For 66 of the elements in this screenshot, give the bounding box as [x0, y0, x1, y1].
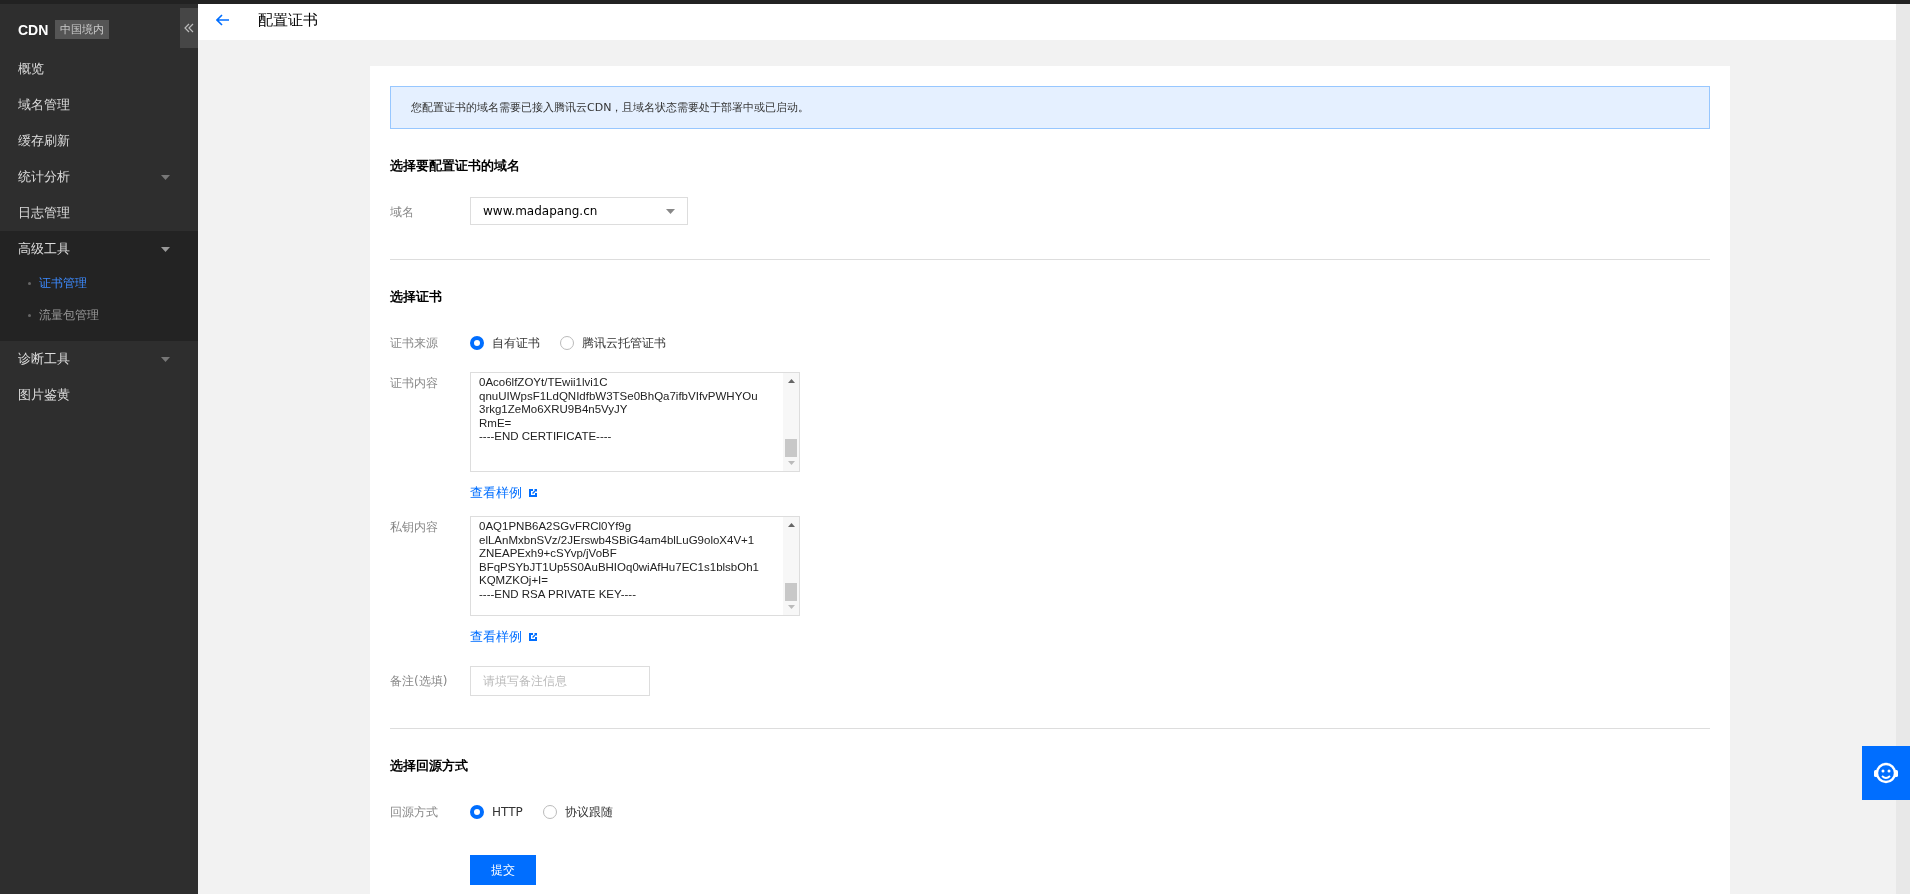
- customer-service-button[interactable]: [1862, 746, 1910, 800]
- textarea-line: ZNEAPExh9+cSYvp/jVoBF: [479, 547, 618, 561]
- field-label: 私钥内容: [390, 519, 439, 536]
- sidebar-item[interactable]: 图片鉴黄: [0, 377, 198, 413]
- double-chevron-icon: [184, 23, 194, 33]
- back-arrow-icon[interactable]: [216, 14, 230, 26]
- view-sample-link[interactable]: 查看样例: [470, 628, 538, 646]
- radio-button[interactable]: [470, 336, 484, 350]
- textarea-line: KQMZKOj+I=: [479, 574, 550, 588]
- radio-option[interactable]: 协议跟随: [542, 803, 613, 821]
- region-badge: 中国境内: [55, 20, 110, 39]
- section-heading: 选择回源方式: [390, 757, 469, 775]
- textarea-line: 0AQ1PNB6A2SGvFRCl0Yf9g: [479, 520, 633, 534]
- sidebar-subitem[interactable]: 证书管理: [0, 267, 198, 299]
- field-label: 备注(选填): [390, 673, 449, 690]
- down-arrow-icon: [787, 461, 795, 465]
- sidebar-item[interactable]: 域名管理: [0, 87, 198, 123]
- textarea-line: ----END CERTIFICATE----: [479, 430, 613, 444]
- section-heading: 选择要配置证书的域名: [390, 157, 521, 175]
- external-link-icon: [528, 488, 538, 498]
- field-label: 证书来源: [390, 335, 439, 352]
- textarea-line: ----END RSA PRIVATE KEY----: [479, 587, 637, 601]
- up-arrow-icon: [787, 523, 795, 527]
- scrollbar-thumb[interactable]: [785, 583, 797, 601]
- field-label: 证书内容: [390, 375, 439, 392]
- down-arrow-icon: [787, 605, 795, 609]
- radio-label: 自有证书: [492, 334, 540, 352]
- textarea-line: RmE=: [479, 416, 513, 430]
- page-title: 配置证书: [258, 10, 318, 30]
- sidebar-item[interactable]: 统计分析: [0, 159, 198, 195]
- up-arrow-icon: [787, 379, 795, 383]
- scrollbar[interactable]: [783, 373, 799, 471]
- field-label: 域名: [390, 204, 415, 221]
- caret-icon: [666, 208, 675, 214]
- section-heading: 选择证书: [390, 288, 443, 306]
- radio-label: 腾讯云托管证书: [582, 334, 666, 352]
- sidebar-item[interactable]: 概览: [0, 51, 198, 87]
- radio-label: HTTP: [492, 805, 523, 819]
- sidebar-item[interactable]: 诊断工具: [0, 341, 198, 377]
- view-sample-link[interactable]: 查看样例: [470, 484, 538, 502]
- sidebar-item[interactable]: 高级工具: [0, 231, 198, 267]
- textarea-line: elLAnMxbnSVz/2JErswb4SBiG4am4blLuG9oloX4V+1: [479, 533, 756, 547]
- sidebar-item[interactable]: 日志管理: [0, 195, 198, 231]
- sidebar-item[interactable]: 缓存刷新: [0, 123, 198, 159]
- scrollbar-thumb[interactable]: [785, 439, 797, 457]
- textarea-line: qnuUIWpsF1LdQNIdfbW3TSe0BhQa7ifbVIfvPWHYOu: [479, 389, 759, 403]
- radio-option[interactable]: 自有证书: [470, 334, 540, 352]
- product-name: CDN: [18, 21, 49, 38]
- radio-label: 协议跟随: [564, 803, 613, 821]
- textarea-line: 3rkg1ZeMo6XRU9B4n5VyJY: [479, 403, 629, 417]
- textarea-line: 0Aco6lfZOYt/TEwii1lvi1C: [479, 376, 609, 390]
- remark-input-field[interactable]: 请填写备注信息: [470, 666, 650, 696]
- textarea-field[interactable]: 0Aco6lfZOYt/TEwii1lvi1C qnuUIWpsF1LdQNIdfbW3TSe0BhQa7ifbVIfvPWHYOu 3rkg1ZeMo6XRU9B4n5VyJY RmE= ----END CERTIFICATE----: [470, 372, 800, 472]
- radio-button[interactable]: [470, 805, 484, 819]
- submit-button[interactable]: 提交: [470, 855, 536, 885]
- external-link-icon: [528, 632, 538, 642]
- sidebar-subitem[interactable]: 流量包管理: [0, 299, 198, 331]
- info-notice: 您配置证书的域名需要已接入腾讯云CDN，且域名状态需要处于部署中或已启动。: [390, 86, 1710, 129]
- textarea-field[interactable]: 0AQ1PNB6A2SGvFRCl0Yf9g elLAnMxbnSVz/2JErswb4SBiG4am4blLuG9oloX4V+1 ZNEAPExh9+cSYvp/jVoBF BFqPSYbJT1Up5S0AuBHIOq0wiAfHu7EC1s1blsbOh1 KQMZKOj+I= ----END RSA PRIVATE KEY----: [470, 516, 800, 616]
- field-label: 回源方式: [390, 804, 439, 821]
- radio-option[interactable]: 腾讯云托管证书: [560, 334, 666, 352]
- domain-select[interactable]: www.madapang.cn: [470, 197, 688, 225]
- collapse-sidebar-button[interactable]: [180, 8, 198, 48]
- scrollbar[interactable]: [783, 517, 799, 615]
- radio-option[interactable]: HTTP: [470, 805, 523, 819]
- textarea-line: BFqPSYbJT1Up5S0AuBHIOq0wiAfHu7EC1s1blsbOh1: [479, 560, 760, 574]
